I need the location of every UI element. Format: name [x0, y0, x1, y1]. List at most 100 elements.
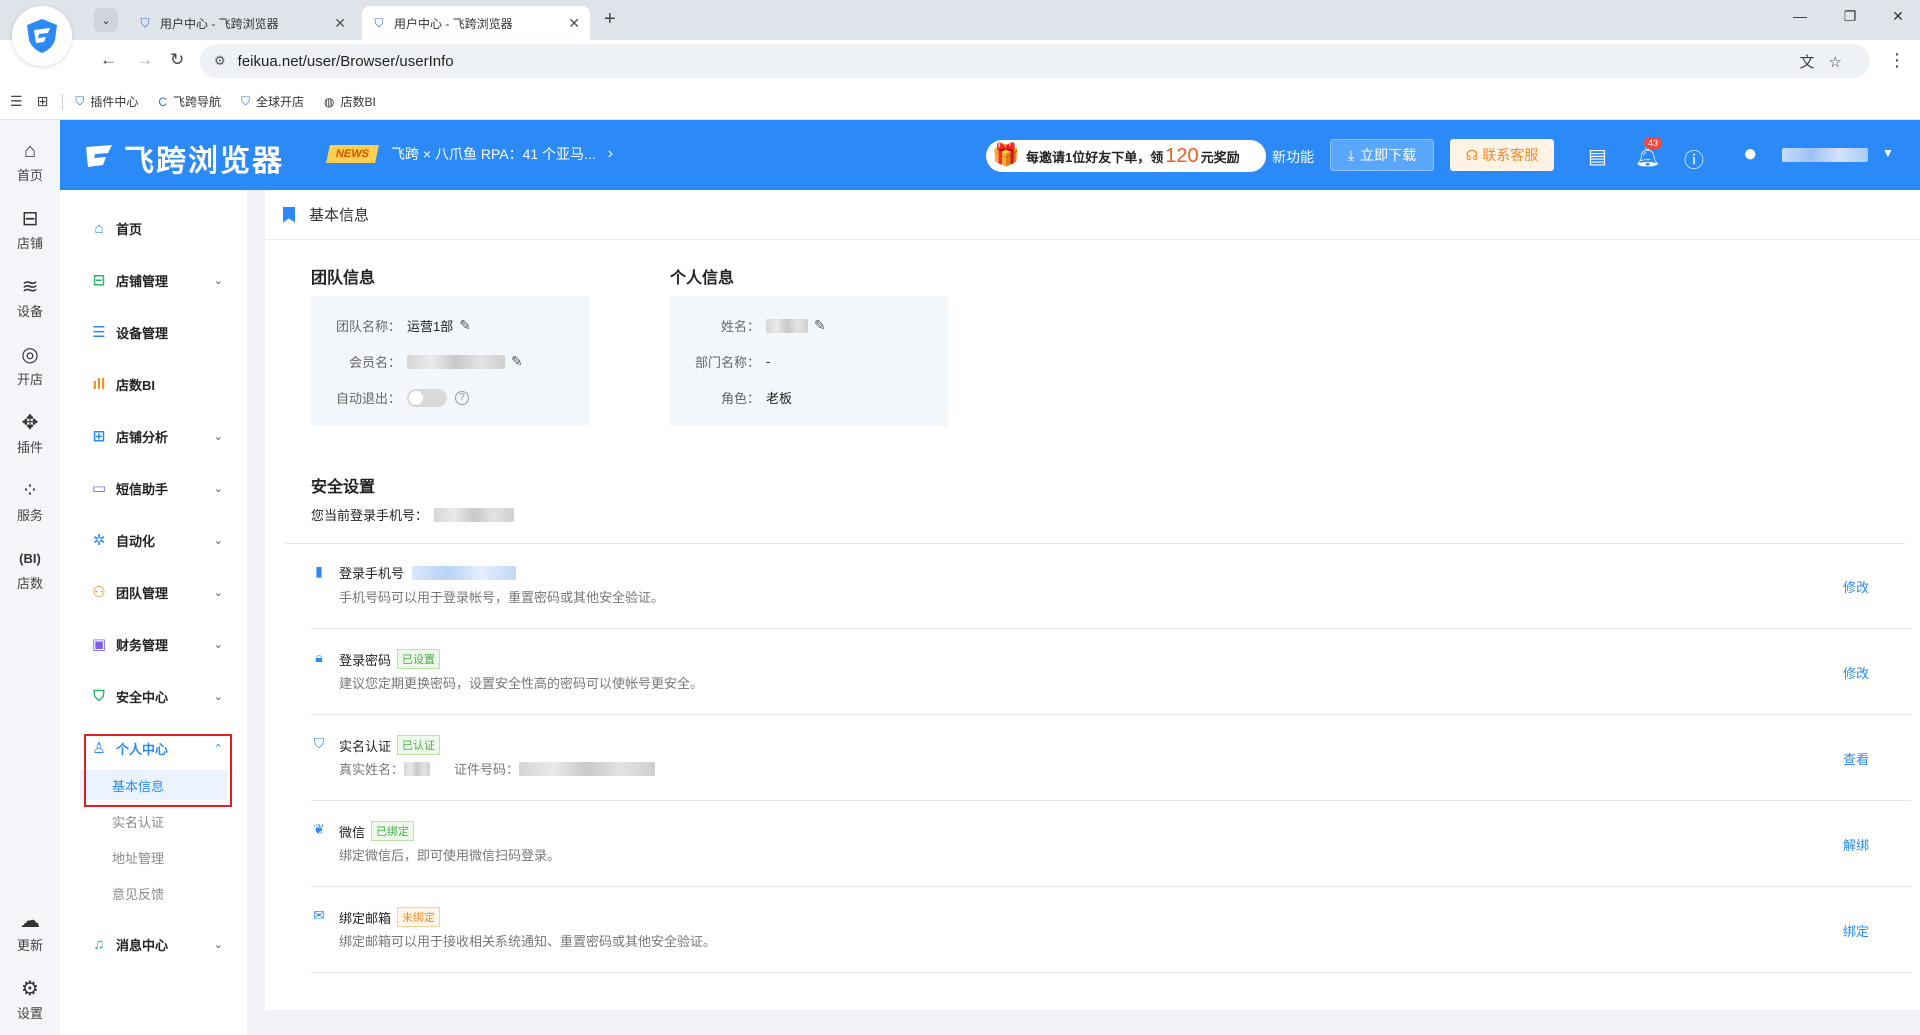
wallet-icon: ▣ [91, 636, 107, 653]
caret-down-icon[interactable]: ▼ [1882, 146, 1894, 160]
bi-icon: (BI) [19, 551, 41, 566]
gift-icon: 🎁 [992, 142, 1020, 167]
sidebar-item-security[interactable]: ⛉ 安全中心 ⌄ [60, 678, 247, 714]
tab-title: 用户中心 - 飞跨浏览器 [160, 16, 279, 31]
message-icon: ▭ [91, 480, 107, 497]
reload-icon[interactable]: ↻ [170, 50, 184, 70]
app-rail: ⌂ 首页 ⊟ 店铺 ≋ 设备 ◎ 开店 ✥ 插件 ⁘ 服务 (BI) 店数 ☁ 更新 ⚙ 设置 [0, 120, 60, 1035]
site-info-icon[interactable]: ⚙ [214, 53, 226, 69]
rail-item-settings[interactable]: ⚙ 设置 [0, 978, 60, 1022]
sidebar-item-bi[interactable]: ıll 店数BI [60, 366, 247, 402]
sidebar-item-sms-assistant[interactable]: ▭ 短信助手 ⌄ [60, 470, 247, 506]
news-ticker[interactable]: NEWS 飞跨 × 八爪鱼 RPA：41 个亚马... › [326, 144, 613, 164]
contact-service-button[interactable]: ☊ 联系客服 [1450, 139, 1554, 171]
c-logo-icon: C [158, 94, 167, 109]
team-name-value: 运营1部 [407, 319, 454, 334]
unbind-wechat-link[interactable]: 解绑 [1843, 835, 1869, 854]
new-features-link[interactable]: 新功能 [1272, 147, 1314, 167]
sidebar-item-message-center[interactable]: ♫ 消息中心 ⌄ [60, 926, 247, 962]
app-header: 飞跨浏览器 NEWS 飞跨 × 八爪鱼 RPA：41 个亚马... › 🎁 每邀… [60, 120, 1920, 190]
question-icon[interactable]: ? [455, 390, 469, 405]
new-tab-button[interactable]: + [604, 8, 616, 31]
modify-phone-link[interactable]: 修改 [1843, 577, 1869, 596]
download-button[interactable]: ⤓ 立即下载 [1330, 139, 1434, 171]
sidebar-item-store-management[interactable]: ⊟ 店铺管理 ⌄ [60, 262, 247, 298]
invite-banner[interactable]: 🎁 每邀请1位好友下单，领 120 元奖励 [986, 140, 1266, 172]
sidebar-item-home[interactable]: ⌂ 首页 [60, 210, 247, 246]
bind-email-link[interactable]: 绑定 [1843, 921, 1869, 940]
real-name-redacted [404, 761, 431, 776]
shield-icon: ⛉ [75, 94, 85, 108]
edit-icon[interactable]: ✎ [511, 353, 523, 370]
invite-reward-amount: 120 [1165, 144, 1199, 167]
status-badge: 已认证 [397, 735, 441, 755]
sidebar-subitem-feedback[interactable]: 意见反馈 [60, 878, 247, 908]
sidebar-subitem-real-name[interactable]: 实名认证 [60, 806, 247, 836]
rail-item-open-store[interactable]: ◎ 开店 [0, 344, 60, 388]
url-input[interactable]: ⚙ feikua.net/user/Browser/userInfo 文☆ [200, 44, 1870, 78]
bookmark-item[interactable]: ⛉ 全球开店 [241, 93, 304, 110]
browser-tab[interactable]: ⛉ 用户中心 - 飞跨浏览器 ✕ [128, 6, 356, 40]
department-row: 部门名称： - [694, 354, 771, 370]
bookmark-item[interactable]: ⛉ 插件中心 [75, 93, 138, 110]
tab-search-dropdown[interactable]: ⌄ [94, 8, 118, 32]
back-icon[interactable]: ← [100, 50, 117, 70]
security-settings-title: 安全设置 [311, 479, 376, 496]
rail-item-store[interactable]: ⊟ 店铺 [0, 208, 60, 252]
minimize-icon[interactable]: — [1790, 8, 1810, 24]
document-icon[interactable]: ▤ [1588, 144, 1607, 169]
restore-icon[interactable]: ❐ [1840, 8, 1860, 25]
divider [62, 93, 64, 110]
sidebar-item-team-management[interactable]: ⚇ 团队管理 ⌄ [60, 574, 247, 610]
security-row-phone: ▮ 登录手机号 手机号码可以用于登录帐号，重置密码或其他安全验证。 修改 [311, 543, 1911, 629]
brand-logo[interactable]: 飞跨浏览器 [82, 136, 284, 180]
chevron-down-icon: ⌄ [213, 690, 223, 703]
rail-item-update[interactable]: ☁ 更新 [0, 910, 60, 954]
rail-item-device[interactable]: ≋ 设备 [0, 276, 60, 320]
server-icon: ☰ [92, 324, 106, 341]
apps-grid-icon[interactable]: ⊞ [37, 93, 49, 110]
home-icon: ⌂ [23, 140, 37, 162]
bookmark-icon [283, 206, 295, 223]
sidebar-toggle-icon[interactable]: ☰ [10, 93, 23, 110]
team-icon: ⚇ [92, 584, 106, 601]
news-badge: NEWS [326, 145, 379, 163]
rail-item-bi[interactable]: (BI) 店数 [0, 548, 60, 592]
edit-icon[interactable]: ✎ [814, 317, 826, 334]
username-redacted[interactable] [1782, 148, 1868, 162]
grid-icon: ⁘ [21, 480, 39, 502]
edit-icon[interactable]: ✎ [459, 317, 471, 334]
sidebar-subitem-address[interactable]: 地址管理 [60, 842, 247, 872]
forward-icon[interactable]: → [136, 50, 153, 70]
personal-info-card: 姓名： ✎ 部门名称： - 角色： 老板 [670, 296, 948, 426]
sidebar-item-finance[interactable]: ▣ 财务管理 ⌄ [60, 626, 247, 662]
view-verification-link[interactable]: 查看 [1843, 749, 1869, 768]
avatar-icon[interactable]: ● [1743, 140, 1758, 168]
help-icon[interactable]: ⓘ [1684, 144, 1704, 173]
browser-tab-active[interactable]: ⛉ 用户中心 - 飞跨浏览器 ✕ [362, 6, 590, 40]
bookmarks-bar: ☰ ⊞ ⛉ 插件中心 C 飞跨导航 ⛉ 全球开店 ◍ 店数BI [0, 84, 1920, 120]
close-icon[interactable]: ✕ [334, 15, 346, 32]
sidebar-item-store-analysis[interactable]: ⊞ 店铺分析 ⌄ [60, 418, 247, 454]
bookmark-item[interactable]: ◍ 店数BI [324, 93, 376, 110]
shield-icon: ⛉ [374, 16, 384, 30]
rail-item-plugin[interactable]: ✥ 插件 [0, 412, 60, 456]
chevron-down-icon: ⌄ [213, 534, 223, 547]
sidebar-item-device-management[interactable]: ☰ 设备管理 [60, 314, 247, 350]
rail-item-service[interactable]: ⁘ 服务 [0, 480, 60, 524]
auto-logout-toggle[interactable] [407, 388, 447, 407]
layers-icon: ≋ [21, 276, 39, 298]
sidebar-item-automation[interactable]: ✲ 自动化 ⌄ [60, 522, 247, 558]
translate-bookmark-icons[interactable]: 文☆ [1800, 51, 1856, 72]
browser-menu-icon[interactable]: ⋮ [1888, 50, 1906, 71]
rail-item-home[interactable]: ⌂ 首页 [0, 140, 60, 184]
chevron-down-icon: ⌄ [213, 938, 223, 951]
window-close-icon[interactable]: ✕ [1888, 8, 1908, 25]
headset-icon: ☊ [1465, 146, 1479, 163]
role-row: 角色： 老板 [670, 388, 948, 407]
bookmark-item[interactable]: C 飞跨导航 [158, 93, 221, 110]
close-icon[interactable]: ✕ [568, 15, 580, 32]
page-title: 基本信息 [309, 207, 370, 224]
chevron-down-icon: ⌄ [213, 430, 223, 443]
modify-password-link[interactable]: 修改 [1843, 663, 1869, 682]
